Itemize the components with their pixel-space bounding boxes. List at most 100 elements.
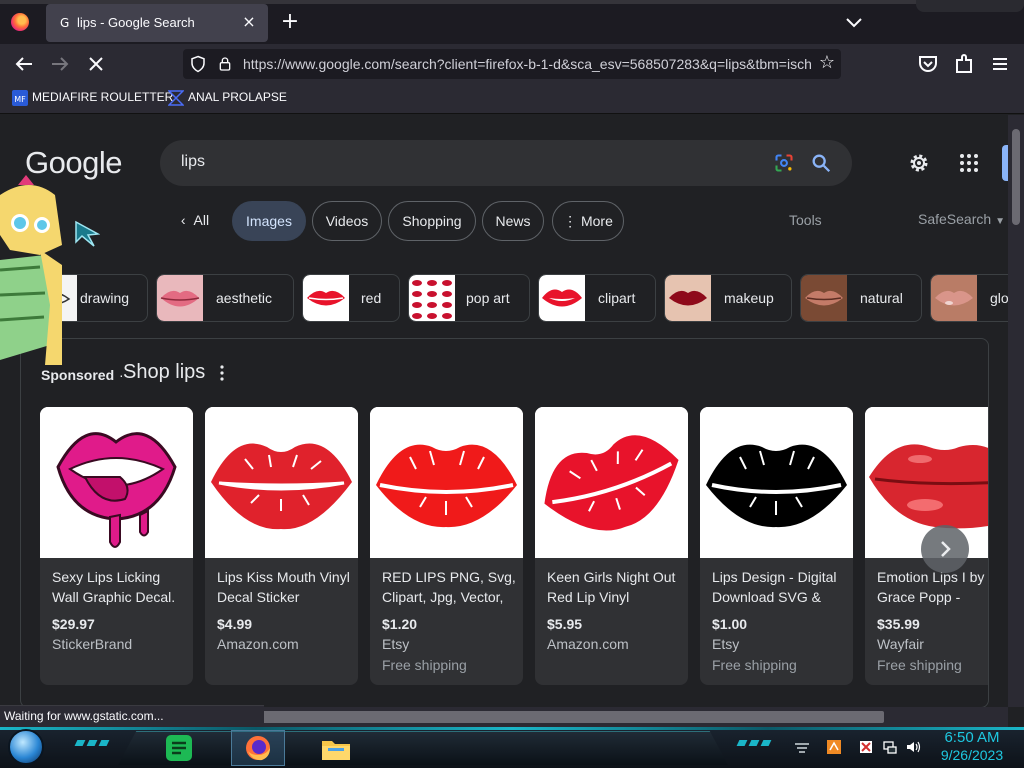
tab-more[interactable]: ⋮ More [552, 201, 624, 241]
product-store: Etsy [712, 636, 740, 652]
scrollbar-thumb[interactable] [1012, 129, 1020, 225]
refine-thumbnail [801, 275, 847, 321]
search-icon[interactable] [810, 152, 832, 174]
list-all-tabs-icon[interactable] [842, 10, 866, 34]
product-price: $29.97 [52, 616, 95, 632]
stop-loading-button[interactable] [84, 52, 108, 76]
lock-icon[interactable] [217, 55, 233, 73]
extensions-icon[interactable] [952, 52, 976, 76]
product-title: Keen Girls Night Out Red Lip Vinyl [547, 569, 676, 605]
show-hidden-icons-icon[interactable] [794, 739, 810, 755]
url-text[interactable]: https://www.google.com/search?client=fir… [243, 56, 811, 74]
product-title: Emotion Lips I by Grace Popp - [877, 569, 985, 605]
refine-chip-gloss[interactable]: glo [930, 274, 1008, 322]
chevron-left-icon: ‹ [180, 212, 186, 228]
status-text: Waiting for www.gstatic.com... [0, 705, 264, 727]
safesearch-button[interactable]: SafeSearch ▼ [918, 211, 1005, 227]
tray-app-icon[interactable] [826, 739, 842, 755]
firefox-menu-icon[interactable] [11, 13, 29, 31]
refine-label: aesthetic [216, 290, 273, 306]
vertical-scrollbar[interactable] [1008, 115, 1024, 707]
notes-app-icon[interactable] [163, 733, 195, 763]
refine-label: drawing [80, 290, 130, 306]
forward-button[interactable] [48, 52, 72, 76]
product-image [40, 407, 193, 558]
product-image [700, 407, 853, 558]
product-title: RED LIPS PNG, Svg, Clipart, Jpg, Vector, [382, 569, 516, 605]
new-tab-button[interactable]: + [278, 9, 302, 35]
tab-google-search[interactable]: G lips - Google Search × [46, 4, 268, 42]
tools-button[interactable]: Tools [789, 212, 822, 228]
bookmark-label: MEDIAFIRE ROULETTER [32, 90, 174, 105]
refine-chip-makeup[interactable]: makeup [664, 274, 792, 322]
url-bar[interactable]: https://www.google.com/search?client=fir… [183, 49, 841, 79]
product-price: $5.95 [547, 616, 583, 632]
taskbar-app-area [118, 731, 728, 765]
google-lens-icon[interactable] [774, 153, 794, 173]
clock-date[interactable]: 9/26/2023 [934, 747, 1010, 763]
desktop-character-sticker [0, 175, 62, 365]
refine-label: glo [990, 290, 1008, 306]
taskbar-decoration [748, 740, 760, 746]
product-card[interactable]: RED LIPS PNG, Svg, Clipart, Jpg, Vector,… [370, 407, 523, 685]
bookmark-x-icon [168, 90, 184, 106]
bookmark-star-icon[interactable]: ☆ [819, 52, 835, 73]
taskbar-decoration [98, 740, 110, 746]
horizontal-scrollbar-thumb[interactable] [262, 711, 884, 723]
refine-thumbnail [157, 275, 203, 321]
product-card[interactable]: Lips Kiss Mouth Vinyl Decal Sticker $4.9… [205, 407, 358, 685]
tab-videos[interactable]: Videos [312, 201, 382, 241]
refine-thumbnail [931, 275, 977, 321]
more-vertical-icon: ⋮ [563, 213, 581, 229]
product-shipping: Free shipping [712, 657, 797, 673]
product-price: $4.99 [217, 616, 253, 632]
clock-time[interactable]: 6:50 AM [940, 729, 1004, 746]
product-card[interactable]: Keen Girls Night Out Red Lip Vinyl $5.95… [535, 407, 688, 685]
google-apps-icon[interactable] [959, 153, 979, 173]
bookmark-mediafire[interactable]: MF MEDIAFIRE ROULETTER [12, 90, 173, 108]
pocket-icon[interactable] [916, 52, 940, 76]
product-title: Lips Design - Digital Download SVG & [712, 569, 837, 605]
product-shipping: Free shipping [382, 657, 467, 673]
tab-news[interactable]: News [482, 201, 544, 241]
firefox-taskbar-icon[interactable] [242, 733, 274, 763]
file-explorer-icon[interactable] [320, 733, 352, 763]
mediafire-icon: MF [12, 90, 28, 106]
hamburger-menu-icon[interactable] [988, 52, 1012, 76]
browser-tab-bar: G lips - Google Search × + [0, 0, 1024, 44]
tab-all[interactable]: ‹ All [168, 201, 222, 241]
tracking-protection-shield-icon[interactable] [189, 55, 207, 73]
search-input[interactable]: lips [181, 153, 205, 171]
google-favicon-icon: G [60, 16, 70, 30]
settings-gear-icon[interactable] [907, 151, 931, 175]
browser-nav-bar: https://www.google.com/search?client=fir… [0, 44, 1024, 84]
refine-chip-clipart[interactable]: clipart [538, 274, 656, 322]
bookmarks-toolbar: MF MEDIAFIRE ROULETTER ANAL PROLAPSE [0, 84, 1024, 114]
bookmark-second[interactable]: ANAL PROLAPSE [168, 90, 287, 108]
search-box[interactable]: lips [160, 140, 852, 186]
refine-chip-red[interactable]: red [302, 274, 400, 322]
refine-thumbnail [539, 275, 585, 321]
refine-chip-aesthetic[interactable]: aesthetic [156, 274, 294, 322]
taskbar-decoration [760, 740, 772, 746]
svg-text:MF: MF [14, 95, 26, 104]
tab-shopping[interactable]: Shopping [388, 201, 476, 241]
refine-chip-natural[interactable]: natural [800, 274, 922, 322]
taskbar: 6:50 AM 9/26/2023 [0, 727, 1024, 768]
start-button[interactable] [8, 729, 44, 765]
tab-close-icon[interactable]: × [238, 11, 260, 33]
product-card[interactable]: Lips Design - Digital Download SVG & $1.… [700, 407, 853, 685]
network-icon[interactable] [882, 739, 898, 755]
product-image [535, 407, 688, 558]
tab-images[interactable]: Images [232, 201, 306, 241]
back-button[interactable] [12, 52, 36, 76]
carousel-next-button[interactable] [921, 525, 969, 573]
product-price: $35.99 [877, 616, 920, 632]
chevron-right-icon [941, 541, 951, 557]
volume-icon[interactable] [905, 739, 921, 755]
more-options-icon[interactable] [216, 363, 228, 383]
refine-chip-pop-art[interactable]: pop art [408, 274, 530, 322]
action-center-flag-icon[interactable] [858, 739, 874, 755]
product-shipping: Free shipping [877, 657, 962, 673]
product-card[interactable]: Sexy Lips Licking Wall Graphic Decal. $2… [40, 407, 193, 685]
